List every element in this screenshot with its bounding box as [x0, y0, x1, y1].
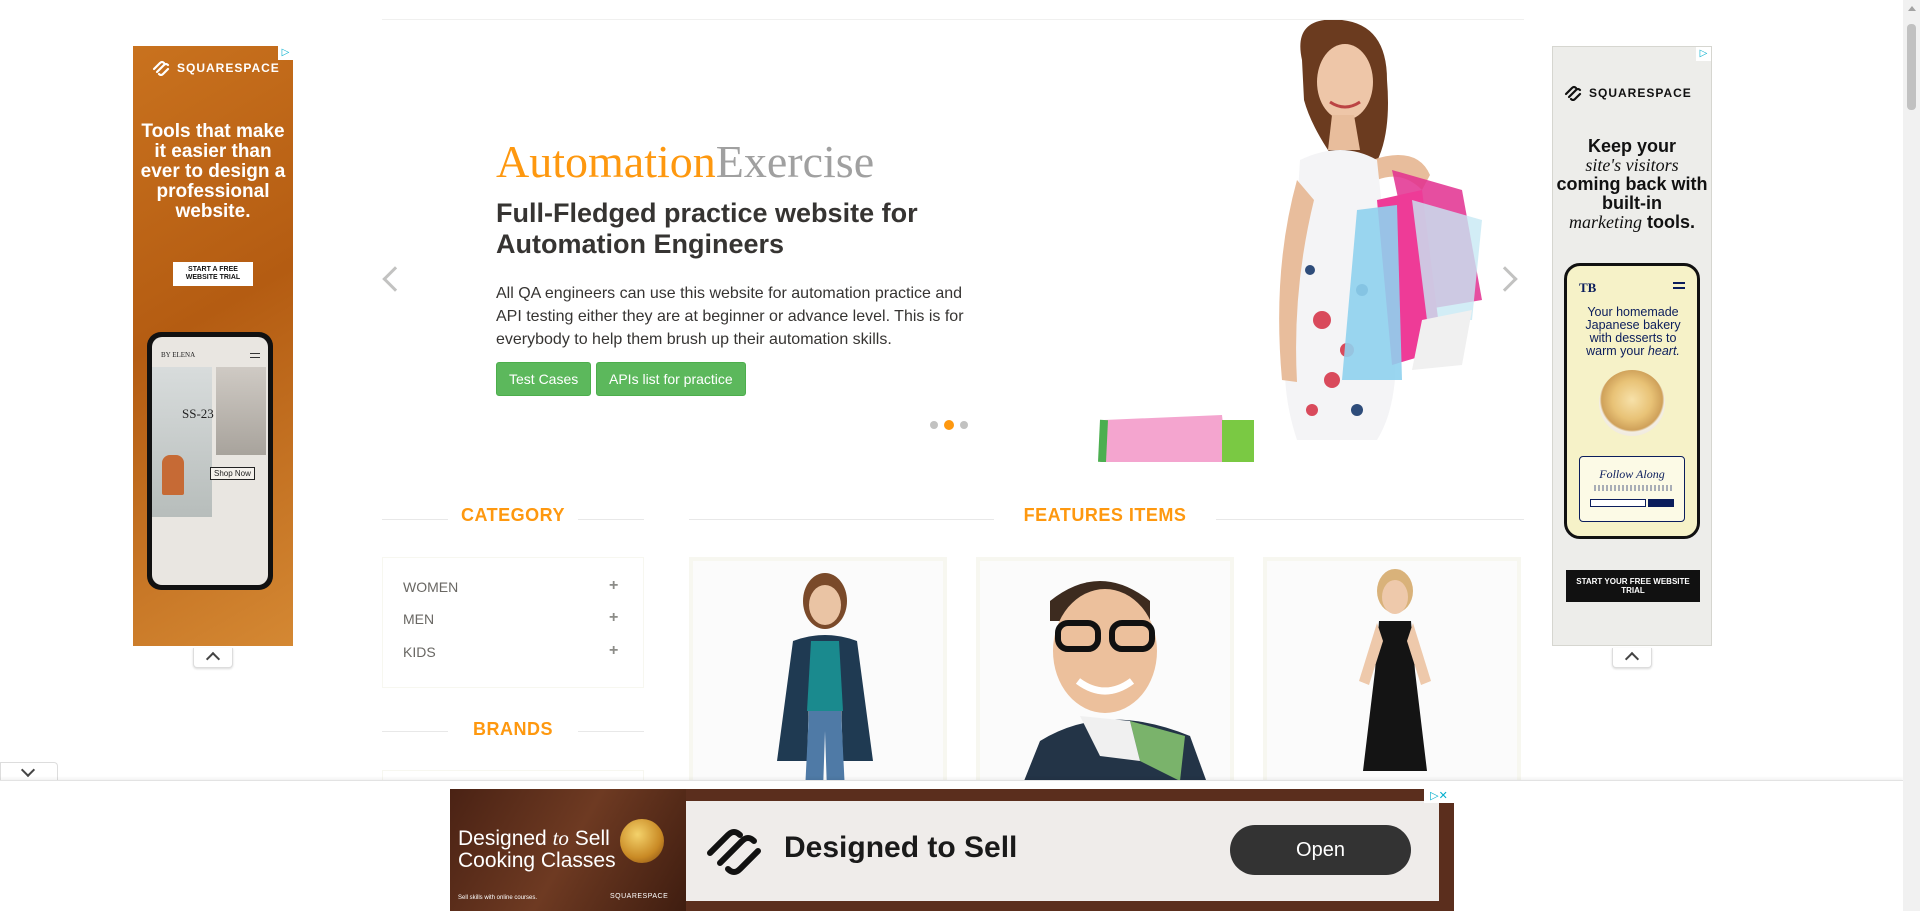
- title-exercise: Exercise: [715, 136, 875, 187]
- page: ▷ SQUARESPACE Tools that make it easier …: [0, 0, 1920, 911]
- phone-mockup: TB Your homemade Japanese bakery with de…: [1564, 263, 1700, 539]
- product-card[interactable]: [976, 557, 1234, 797]
- collapse-ad-button[interactable]: [1612, 648, 1652, 668]
- adchoices-icon[interactable]: ▷: [278, 46, 293, 60]
- ad-image-panel: Designed to Sell Cooking Classes Sell sk…: [450, 789, 686, 911]
- slider-dot-active[interactable]: [944, 420, 954, 430]
- headline-part: site's visitors: [1585, 155, 1679, 175]
- chevron-down-icon: [20, 762, 36, 778]
- headline-part: marketing: [1569, 212, 1642, 232]
- ad-cta-button[interactable]: START YOUR FREE WEBSITE TRIAL: [1566, 570, 1700, 602]
- adchoices-close-icon[interactable]: ▷✕: [1424, 789, 1454, 803]
- features-title: FEATURES ITEMS: [994, 505, 1216, 526]
- headline-part: Keep your: [1587, 136, 1677, 156]
- squarespace-wordmark: SQUARESPACE: [610, 893, 669, 900]
- ad-headline: Tools that make it easier than ever to d…: [140, 121, 286, 222]
- phone-logo: TB: [1579, 280, 1597, 295]
- follow-box: Follow Along: [1579, 456, 1685, 522]
- slider-next-icon[interactable]: [1492, 266, 1518, 292]
- fruit-image: [620, 819, 664, 863]
- chevron-up-icon: [205, 651, 221, 667]
- hero-slider: AutomationExercise Full-Fledged practice…: [382, 19, 1524, 463]
- open-button[interactable]: Open: [1230, 825, 1411, 875]
- product-image: [1267, 561, 1517, 791]
- squarespace-mark-icon: [151, 60, 171, 77]
- slider-prev-icon[interactable]: [382, 266, 408, 292]
- headline-part: coming back with built-in: [1556, 174, 1708, 213]
- headline-part: Sell: [574, 827, 610, 850]
- collapse-bottom-ad-button[interactable]: [0, 762, 58, 781]
- product-image: [980, 561, 1230, 791]
- bottom-anchor-ad: Designed to Sell Cooking Classes Sell sk…: [0, 780, 1903, 911]
- phone-season: SS-23: [182, 406, 214, 421]
- category-item-men[interactable]: MEN: [403, 611, 434, 627]
- squarespace-logo: SQUARESPACE: [151, 60, 280, 77]
- ad-image-headline: Designed to Sell Cooking Classes: [458, 827, 616, 872]
- product-card[interactable]: [689, 557, 947, 797]
- collapse-ad-button[interactable]: [193, 648, 233, 668]
- slider-dots: [930, 420, 968, 430]
- brands-title: BRANDS: [448, 719, 578, 740]
- phone-mockup: BY ELENA SS-23 Shop Now: [147, 332, 273, 590]
- squarespace-logo: SQUARESPACE: [1563, 85, 1692, 102]
- phone-image: [216, 367, 266, 455]
- left-side-ad[interactable]: ▷ SQUARESPACE Tools that make it easier …: [133, 46, 293, 646]
- hero-logo-title: AutomationExercise: [496, 137, 874, 187]
- ad-headline: Keep your site's visitors coming back wi…: [1553, 137, 1711, 232]
- slider-dot[interactable]: [960, 421, 968, 429]
- follow-subtext: [1594, 485, 1672, 491]
- plus-icon[interactable]: +: [609, 609, 618, 627]
- hero-heading: Full-Fledged practice website for Automa…: [496, 198, 918, 259]
- headline-part: tools.: [1647, 212, 1695, 232]
- ad-small-text: Sell skills with online courses.: [458, 895, 538, 901]
- category-panel: WOMEN + MEN + KIDS +: [382, 557, 644, 688]
- slider-dot[interactable]: [930, 421, 938, 429]
- headline-part: to: [552, 826, 569, 850]
- phone-brand: BY ELENA: [161, 351, 196, 359]
- scroll-thumb[interactable]: [1907, 24, 1916, 110]
- squarespace-mark-icon: [1563, 85, 1583, 102]
- hero-model-image: [1042, 19, 1482, 463]
- menu-icon: [1673, 282, 1685, 289]
- ad-cta-button[interactable]: START A FREE WEBSITE TRIAL: [173, 262, 253, 286]
- product-card[interactable]: [1263, 557, 1521, 797]
- hero-description: All QA engineers can use this website fo…: [496, 285, 964, 348]
- menu-icon: [250, 353, 260, 358]
- person-figure: [162, 455, 184, 495]
- apis-list-button[interactable]: APIs list for practice: [596, 362, 746, 396]
- squarespace-mark-icon: [700, 825, 770, 875]
- ad-content-panel: Designed to Sell Open: [686, 801, 1439, 901]
- category-title: CATEGORY: [448, 505, 578, 526]
- page-scrollbar[interactable]: [1903, 0, 1920, 911]
- category-item-kids[interactable]: KIDS: [403, 644, 436, 660]
- email-field: [1590, 499, 1646, 507]
- squarespace-wordmark: SQUARESPACE: [1589, 86, 1692, 100]
- product-image: [693, 561, 943, 791]
- phone-text: Your homemade Japanese bakery with desse…: [1575, 306, 1691, 358]
- phone-text-part: heart.: [1647, 344, 1680, 358]
- headline-part: Designed: [458, 827, 547, 850]
- cake-image: [1599, 370, 1665, 436]
- scroll-up-icon[interactable]: [1908, 6, 1916, 11]
- phone-shop-button: Shop Now: [210, 467, 255, 480]
- test-cases-button[interactable]: Test Cases: [496, 362, 592, 396]
- plus-icon[interactable]: +: [609, 577, 618, 595]
- chevron-up-icon: [1624, 651, 1640, 667]
- right-side-ad[interactable]: ▷ SQUARESPACE Keep your site's visitors …: [1552, 46, 1712, 646]
- plus-icon[interactable]: +: [609, 642, 618, 660]
- squarespace-wordmark: SQUARESPACE: [177, 61, 280, 75]
- follow-title: Follow Along: [1599, 467, 1665, 481]
- category-item-women[interactable]: WOMEN: [403, 579, 458, 595]
- title-automation: Automation: [496, 136, 716, 187]
- headline-part: Cooking Classes: [458, 849, 616, 872]
- adchoices-icon[interactable]: ▷: [1696, 47, 1711, 61]
- signup-button: [1648, 499, 1674, 507]
- bottom-ad-banner[interactable]: Designed to Sell Cooking Classes Sell sk…: [450, 789, 1454, 911]
- ad-headline: Designed to Sell: [784, 831, 1018, 864]
